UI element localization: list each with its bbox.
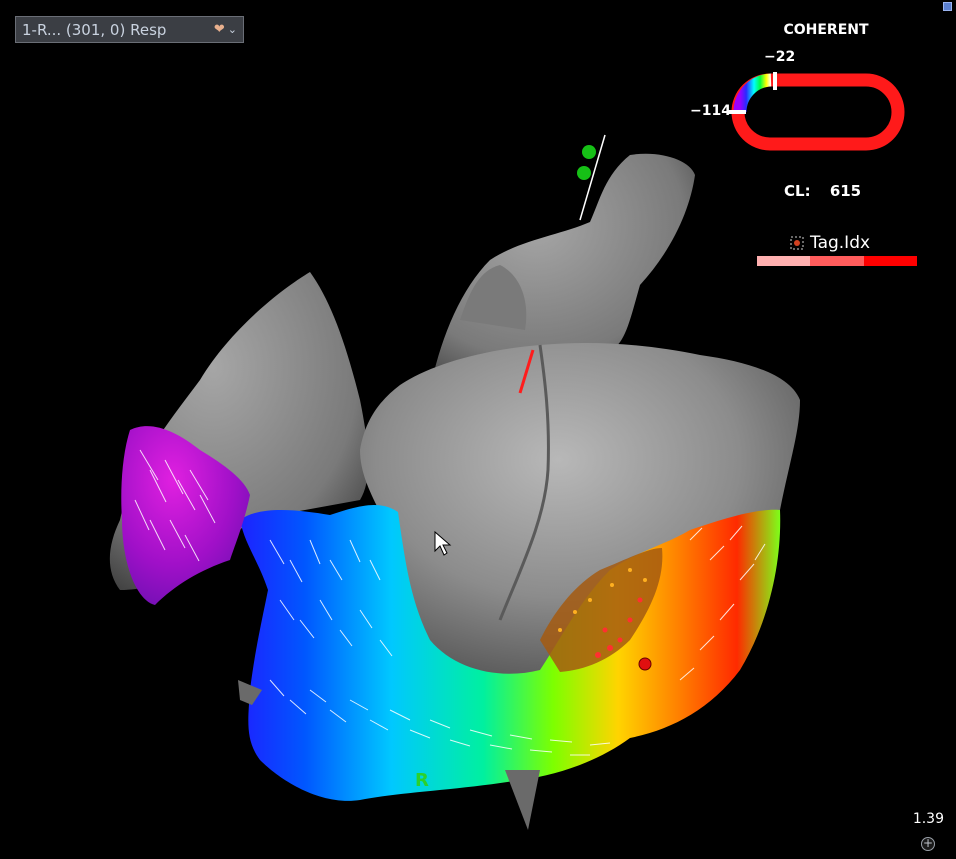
cycle-length-label: CL: <box>784 182 811 200</box>
tag-index-colorbar <box>757 256 917 266</box>
lower-spike <box>505 770 540 830</box>
tag-index-header[interactable]: Tag.Idx <box>790 233 870 253</box>
tag-grid-icon <box>790 236 804 250</box>
heart-catheter-icon: ❤ <box>213 22 225 37</box>
legend-top-value: −22 <box>764 49 796 65</box>
anatomy-marker-r: R <box>415 770 429 791</box>
3d-map-viewport[interactable]: R 1-R... (301, 0) Resp ❤ ⌄ COHERENT −22 … <box>0 0 956 859</box>
cycle-length-value: 615 <box>829 182 862 200</box>
legend-left-value: −114 <box>690 103 731 119</box>
coherent-legend-ring <box>728 72 905 151</box>
map-selector-label: 1-R... (301, 0) Resp <box>22 20 167 39</box>
tag-index-label: Tag.Idx <box>810 233 871 253</box>
chevron-down-icon: ⌄ <box>227 23 237 36</box>
zoom-level: 1.39 <box>912 811 944 827</box>
tag-bar-segment-mid <box>810 256 864 266</box>
map-selector-dropdown[interactable]: 1-R... (301, 0) Resp ❤ ⌄ <box>15 16 244 43</box>
tag-point <box>638 657 652 671</box>
tag-bar-segment-light <box>757 256 811 266</box>
electrode-marker <box>582 145 596 159</box>
tag-bar-segment-dark <box>863 256 917 266</box>
window-corner-button[interactable] <box>943 2 952 11</box>
electrode-marker <box>577 166 591 180</box>
heart-chamber-3d-render[interactable] <box>0 0 956 859</box>
cycle-length-readout: CL: 615 <box>784 182 861 200</box>
zoom-in-button[interactable]: + <box>921 837 935 851</box>
legend-title: COHERENT <box>783 22 869 38</box>
